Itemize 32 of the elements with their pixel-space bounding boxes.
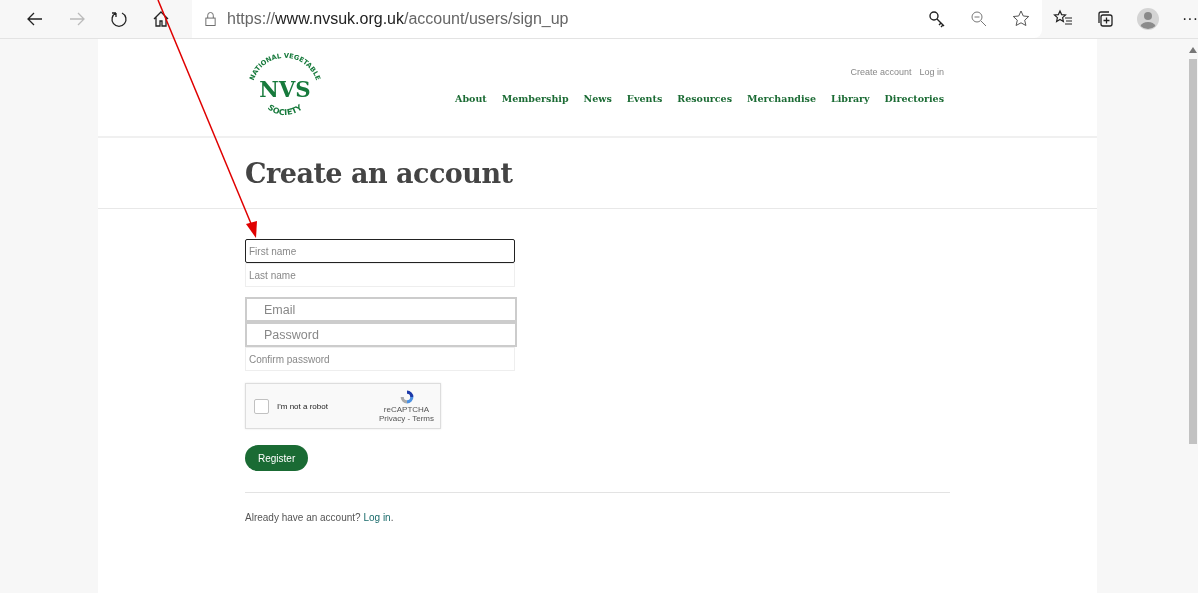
nav-link[interactable]: Resources <box>677 93 732 104</box>
refresh-icon[interactable] <box>109 9 129 29</box>
scroll-up-icon[interactable] <box>1189 47 1197 53</box>
nav-link[interactable]: Events <box>626 93 663 104</box>
input-field[interactable]: First name <box>245 239 515 263</box>
nav-link[interactable]: About <box>455 93 487 104</box>
recaptcha-brand: reCAPTCHA <box>383 405 430 414</box>
collections-icon[interactable] <box>1095 9 1115 29</box>
nav-link[interactable]: Merchandise <box>747 93 816 104</box>
login-link[interactable]: Log in <box>363 512 391 523</box>
nav-link[interactable]: News <box>583 93 612 104</box>
register-button[interactable]: Register <box>245 445 309 471</box>
captcha-checkbox[interactable] <box>254 398 269 414</box>
recaptcha-icon <box>398 389 415 405</box>
recaptcha-links[interactable]: Privacy - Terms <box>379 414 434 423</box>
more-menu[interactable]: ··· <box>1182 10 1198 28</box>
page-title: Create an account <box>245 157 514 189</box>
home-icon[interactable] <box>151 9 171 29</box>
star-icon[interactable] <box>1011 9 1031 29</box>
nav-link[interactable]: Directories <box>884 93 944 104</box>
nav-link[interactable]: Library <box>830 93 870 104</box>
login-prompt: Already have an account? Log in. <box>245 512 394 523</box>
lock-icon <box>204 11 217 27</box>
account-link[interactable]: Create account <box>850 67 912 77</box>
profile-icon[interactable] <box>1137 8 1159 30</box>
nav-link[interactable]: Membership <box>501 93 569 104</box>
captcha-label: I'm not a robot <box>277 401 328 411</box>
address-bar[interactable]: https://www.nvsuk.org.uk/account/users/sign_up <box>227 10 569 28</box>
scrollbar-thumb[interactable] <box>1189 59 1197 444</box>
account-link[interactable]: Log in <box>919 67 944 77</box>
zoom-out-icon[interactable] <box>969 9 989 29</box>
key-icon[interactable] <box>927 9 947 29</box>
